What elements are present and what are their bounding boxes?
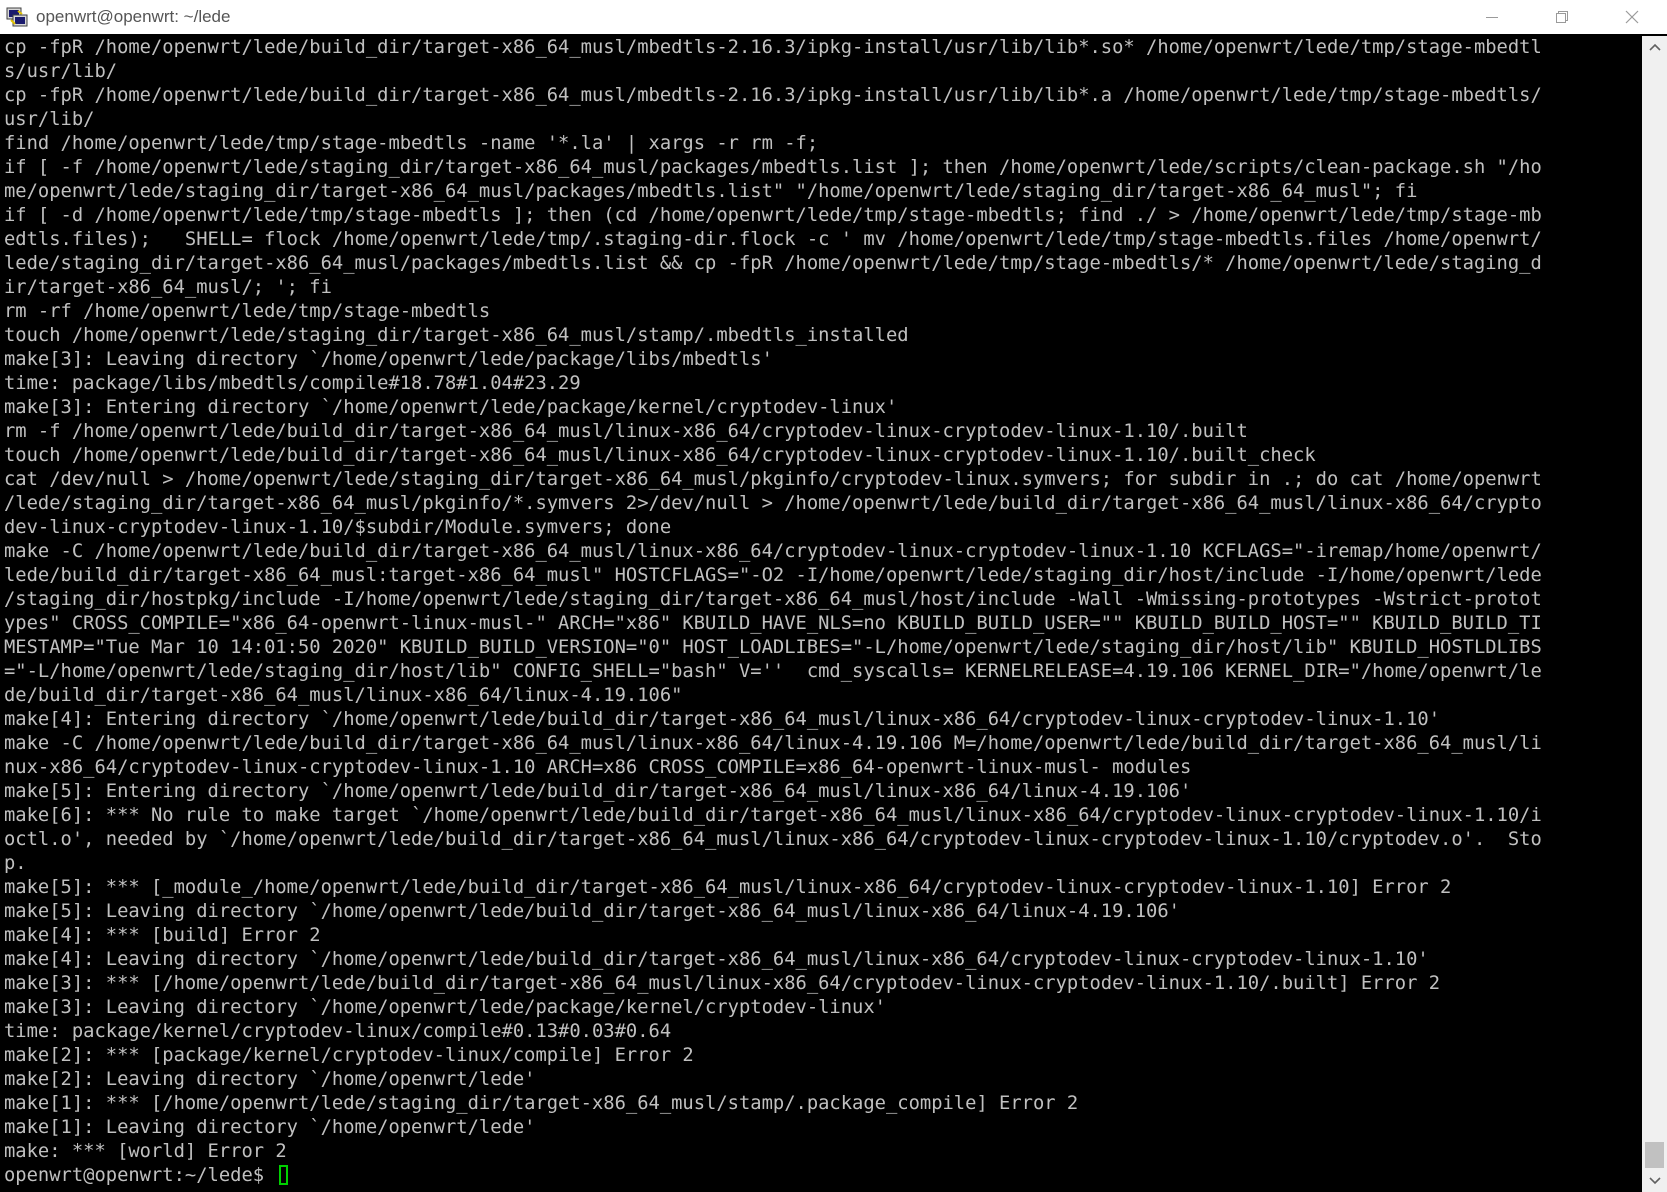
terminal-line: make[3]: *** [/home/openwrt/lede/build_d… [4, 973, 1441, 994]
window-title: openwrt@openwrt: ~/lede [36, 7, 231, 26]
terminal-line: if [ -d /home/openwrt/lede/tmp/stage-mbe… [4, 205, 1542, 226]
terminal-line: ir/target-x86_64_musl/; '; fi [4, 277, 332, 298]
restore-icon [1556, 11, 1568, 23]
terminal-line: cp -fpR /home/openwrt/lede/build_dir/tar… [4, 85, 1542, 106]
terminal-line: if [ -f /home/openwrt/lede/staging_dir/t… [4, 157, 1542, 178]
terminal-lines: cp -fpR /home/openwrt/lede/build_dir/tar… [0, 36, 1642, 1188]
chevron-down-icon [1648, 1177, 1661, 1185]
terminal-line: cp -fpR /home/openwrt/lede/build_dir/tar… [4, 37, 1542, 58]
terminal-line: MESTAMP="Tue Mar 10 14:01:50 2020" KBUIL… [4, 637, 1542, 658]
window-controls [1457, 0, 1667, 34]
scroll-up-button[interactable] [1642, 36, 1667, 58]
terminal-line: make[2]: Leaving directory `/home/openwr… [4, 1069, 536, 1090]
title-bar[interactable]: openwrt@openwrt: ~/lede [0, 0, 1667, 34]
terminal-line: make -C /home/openwrt/lede/build_dir/tar… [4, 541, 1542, 562]
terminal-line: lede/build_dir/target-x86_64_musl:target… [4, 565, 1542, 586]
restore-button[interactable] [1527, 0, 1597, 34]
terminal-line: make[5]: Entering directory `/home/openw… [4, 781, 1192, 802]
terminal-line: s/usr/lib/ [4, 61, 118, 82]
terminal-line: find /home/openwrt/lede/tmp/stage-mbedtl… [4, 133, 819, 154]
vertical-scrollbar[interactable] [1642, 36, 1667, 1192]
shell-prompt: openwrt@openwrt:~/lede$ [4, 1165, 276, 1186]
terminal-line: me/openwrt/lede/staging_dir/target-x86_6… [4, 181, 1418, 202]
scroll-thumb[interactable] [1645, 1142, 1664, 1168]
putty-icon[interactable] [6, 6, 28, 28]
scroll-down-button[interactable] [1642, 1170, 1667, 1192]
close-button[interactable] [1597, 0, 1667, 34]
terminal-line: p. [4, 853, 27, 874]
terminal-line: /lede/staging_dir/target-x86_64_musl/pkg… [4, 493, 1542, 514]
terminal-line: make -C /home/openwrt/lede/build_dir/tar… [4, 733, 1542, 754]
terminal-line: make[3]: Leaving directory `/home/openwr… [4, 349, 773, 370]
terminal-line: touch /home/openwrt/lede/staging_dir/tar… [4, 325, 909, 346]
terminal-line: make[4]: Entering directory `/home/openw… [4, 709, 1441, 730]
terminal-line: rm -f /home/openwrt/lede/build_dir/targe… [4, 421, 1248, 442]
terminal-line: dev-linux-cryptodev-linux-1.10/$subdir/M… [4, 517, 672, 538]
terminal-line: make[3]: Leaving directory `/home/openwr… [4, 997, 886, 1018]
terminal-window: openwrt@openwrt: ~/lede cp -fpR /home/op… [0, 0, 1667, 1192]
terminal-line: cat /dev/null > /home/openwrt/lede/stagi… [4, 469, 1542, 490]
minimize-button[interactable] [1457, 0, 1527, 34]
terminal-line: make[1]: Leaving directory `/home/openwr… [4, 1117, 536, 1138]
terminal-line: make: *** [world] Error 2 [4, 1141, 287, 1162]
terminal-line: lede/staging_dir/target-x86_64_musl/pack… [4, 253, 1542, 274]
minimize-icon [1486, 17, 1498, 18]
terminal-line: /staging_dir/hostpkg/include -I/home/ope… [4, 589, 1542, 610]
terminal-line: edtls.files); SHELL= flock /home/openwrt… [4, 229, 1542, 250]
terminal-line: usr/lib/ [4, 109, 95, 130]
terminal-line: time: package/libs/mbedtls/compile#18.78… [4, 373, 581, 394]
terminal-line: time: package/kernel/cryptodev-linux/com… [4, 1021, 672, 1042]
chevron-up-icon [1648, 43, 1661, 51]
terminal-line: make[4]: Leaving directory `/home/openwr… [4, 949, 1429, 970]
terminal-line: make[4]: *** [build] Error 2 [4, 925, 321, 946]
terminal-line: make[5]: *** [_module_/home/openwrt/lede… [4, 877, 1452, 898]
terminal-line: make[5]: Leaving directory `/home/openwr… [4, 901, 1180, 922]
terminal-output[interactable]: cp -fpR /home/openwrt/lede/build_dir/tar… [0, 36, 1642, 1192]
terminal-line: touch /home/openwrt/lede/build_dir/targe… [4, 445, 1316, 466]
terminal-line: de/build_dir/target-x86_64_musl/linux-x8… [4, 685, 683, 706]
close-icon [1625, 10, 1639, 24]
text-cursor [279, 1165, 289, 1185]
terminal-line: make[2]: *** [package/kernel/cryptodev-l… [4, 1045, 694, 1066]
terminal-line: make[6]: *** No rule to make target `/ho… [4, 805, 1542, 826]
terminal-line: make[3]: Entering directory `/home/openw… [4, 397, 898, 418]
terminal-line: rm -rf /home/openwrt/lede/tmp/stage-mbed… [4, 301, 491, 322]
terminal-line: ="-L/home/openwrt/lede/staging_dir/host/… [4, 661, 1542, 682]
terminal-line: make[1]: *** [/home/openwrt/lede/staging… [4, 1093, 1079, 1114]
prompt-line[interactable]: openwrt@openwrt:~/lede$ [4, 1164, 1642, 1188]
terminal-line: nux-x86_64/cryptodev-linux-cryptodev-lin… [4, 757, 1192, 778]
terminal-line: octl.o', needed by `/home/openwrt/lede/b… [4, 829, 1542, 850]
terminal-line: ypes" CROSS_COMPILE="x86_64-openwrt-linu… [4, 613, 1542, 634]
